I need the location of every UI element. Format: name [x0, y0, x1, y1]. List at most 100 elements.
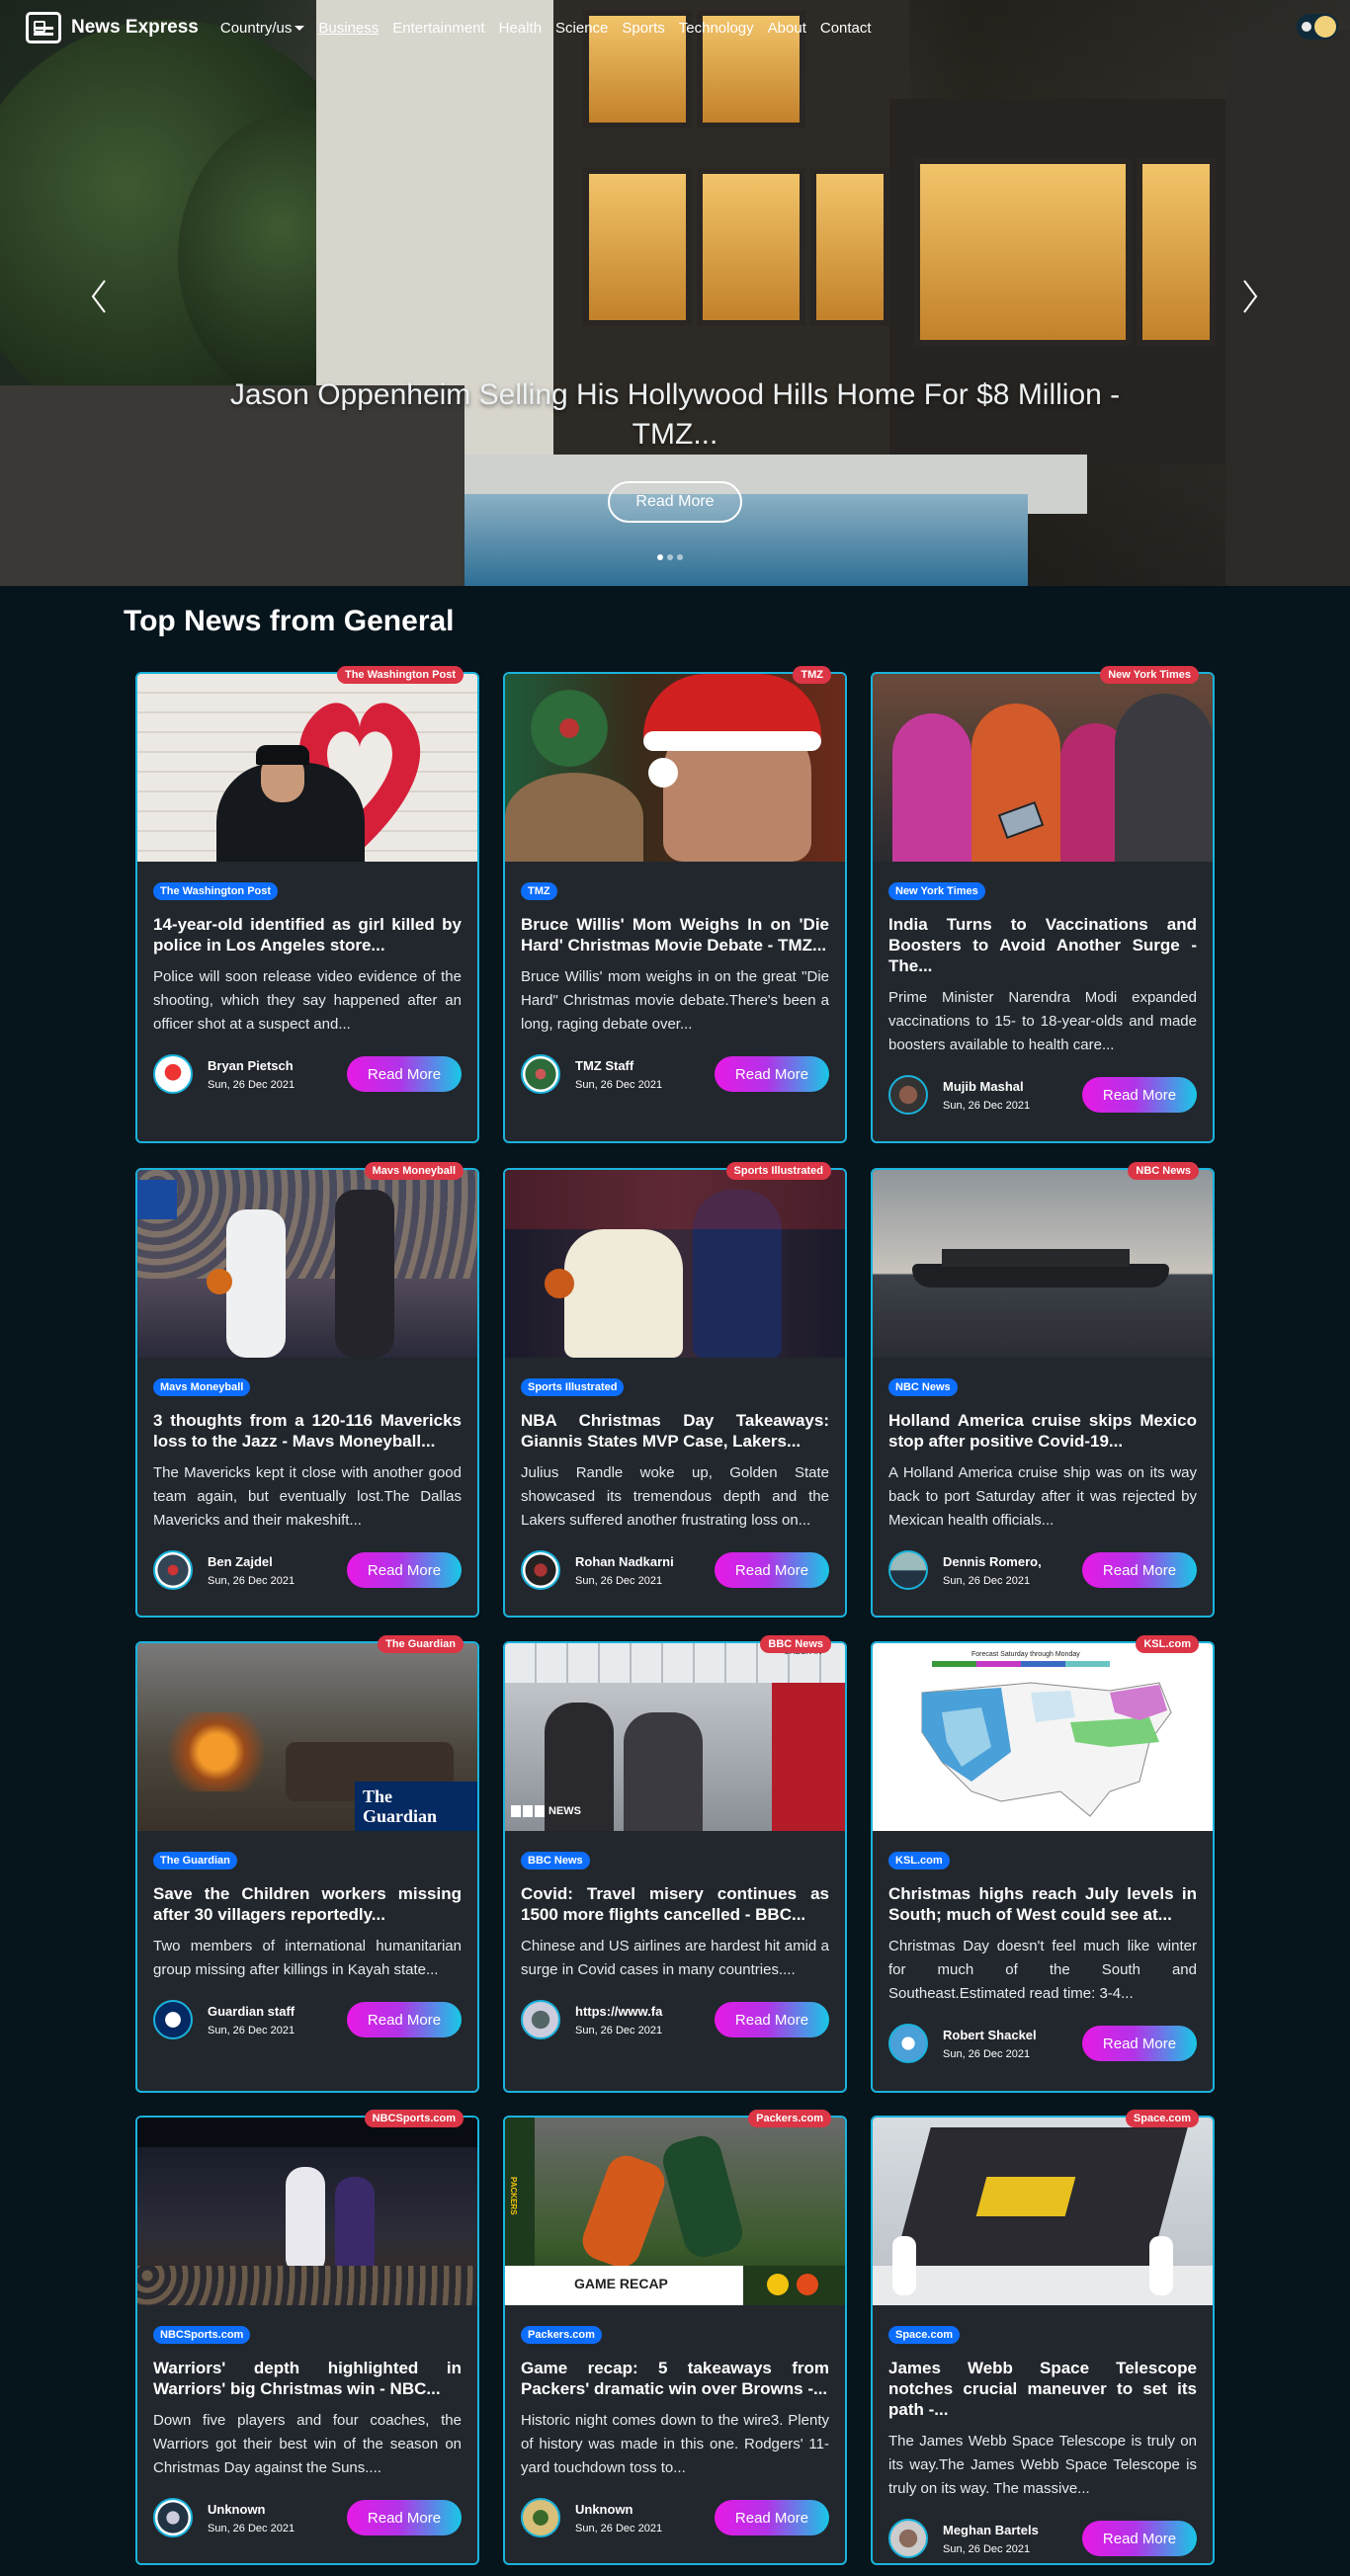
nav-contact[interactable]: Contact — [820, 20, 872, 37]
card-title: Bruce Willis' Mom Weighs In on 'Die Hard… — [521, 915, 829, 955]
avatar — [521, 2498, 560, 2537]
read-more-button[interactable]: Read More — [347, 1552, 462, 1588]
news-card: The Washington Post The Washington Post … — [135, 666, 479, 1143]
news-card: KSL.com Forecast Saturday through Monday… — [871, 1635, 1215, 2093]
card-description: Historic night comes down to the wire3. … — [521, 2412, 829, 2476]
card-description: Prime Minister Narendra Modi expanded va… — [888, 989, 1197, 1053]
avatar — [888, 2024, 928, 2063]
nav-about[interactable]: About — [768, 20, 806, 37]
publish-date: Sun, 26 Dec 2021 — [575, 2024, 663, 2036]
hero-read-more-button[interactable]: Read More — [608, 481, 742, 523]
read-more-button[interactable]: Read More — [1082, 1077, 1197, 1113]
card-title: India Turns to Vaccinations and Boosters… — [888, 915, 1197, 975]
read-more-button[interactable]: Read More — [715, 1552, 829, 1588]
publish-date: Sun, 26 Dec 2021 — [208, 2522, 295, 2534]
news-image[interactable] — [505, 674, 845, 862]
carousel-dot[interactable] — [657, 554, 663, 560]
news-image[interactable] — [137, 674, 477, 862]
news-card: NBCSports.com NBCSports.com Warriors' de… — [135, 2110, 479, 2565]
read-more-button[interactable]: Read More — [715, 2500, 829, 2535]
read-more-button[interactable]: Read More — [347, 2500, 462, 2535]
carousel-prev-icon[interactable] — [89, 277, 109, 316]
carousel-next-icon[interactable] — [1240, 277, 1260, 316]
publish-date: Sun, 26 Dec 2021 — [943, 2542, 1031, 2555]
nav-business[interactable]: Business — [318, 20, 379, 37]
news-image[interactable] — [873, 2118, 1213, 2305]
author-name: Unknown — [575, 2501, 633, 2517]
nav-sports[interactable]: Sports — [622, 20, 664, 37]
card-title: Game recap: 5 takeaways from Packers' dr… — [521, 2359, 829, 2398]
news-image[interactable] — [873, 1170, 1213, 1358]
nav-country-label: Country/us — [219, 19, 293, 37]
source-badge: Mavs Moneyball — [153, 1378, 251, 1396]
news-image[interactable]: Forecast Saturday through Monday — [873, 1643, 1213, 1831]
source-corner-badge: NBC News — [1128, 1162, 1199, 1180]
read-more-button[interactable]: Read More — [347, 1056, 462, 1092]
carousel-dot[interactable] — [667, 554, 673, 560]
read-more-button[interactable]: Read More — [715, 2002, 829, 2037]
guardian-logo: The Guardian — [355, 1782, 477, 1831]
hero-title: Jason Oppenheim Selling His Hollywood Hi… — [229, 378, 1121, 451]
card-title: 3 thoughts from a 120-116 Mavericks loss… — [153, 1411, 462, 1451]
fire — [157, 1712, 276, 1791]
source-badge: Space.com — [888, 2326, 961, 2344]
read-more-button[interactable]: Read More — [1082, 2521, 1197, 2556]
hero-window — [583, 168, 692, 326]
crowd — [137, 1170, 477, 1279]
source-badge: NBCSports.com — [153, 2326, 251, 2344]
technician — [892, 2236, 916, 2295]
person — [971, 704, 1060, 862]
nav-country-dropdown[interactable]: Country/us — [220, 20, 305, 37]
card-title: James Webb Space Telescope notches cruci… — [888, 2359, 1197, 2419]
source-corner-badge: Packers.com — [748, 2110, 831, 2127]
source-badge: The Washington Post — [153, 882, 279, 900]
read-more-button[interactable]: Read More — [347, 2002, 462, 2037]
santa-hat-pom — [648, 758, 678, 788]
avatar — [888, 1550, 928, 1590]
wreath — [525, 684, 614, 773]
avatar — [521, 2000, 560, 2039]
hero-window — [914, 158, 1132, 346]
read-more-button[interactable]: Read More — [1082, 2026, 1197, 2061]
news-card: BBC News CHECK-IN NEWS BBC News Covid: T… — [503, 1635, 847, 2093]
nav-health[interactable]: Health — [499, 20, 542, 37]
nav-entertainment[interactable]: Entertainment — [392, 20, 484, 37]
news-image[interactable] — [137, 2118, 477, 2305]
news-card: Packers.com PACKERS GAME RECAP Packers.c… — [503, 2110, 847, 2565]
card-title: 14-year-old identified as girl killed by… — [153, 915, 462, 955]
author-name: Rohan Nadkarni — [575, 1553, 674, 1569]
bbc-block — [511, 1805, 521, 1817]
telescope-mirror — [975, 2177, 1076, 2216]
theme-toggle[interactable] — [1297, 14, 1338, 40]
news-image[interactable]: CHECK-IN NEWS — [505, 1643, 845, 1831]
map-legend — [932, 1661, 1110, 1667]
read-more-button[interactable]: Read More — [1082, 1552, 1197, 1588]
packers-logo — [767, 2274, 789, 2295]
author-name: Mujib Mashal — [943, 1078, 1024, 1094]
news-image[interactable] — [505, 1170, 845, 1358]
carousel-dot[interactable] — [677, 554, 683, 560]
card-title: Covid: Travel misery continues as 1500 m… — [521, 1884, 829, 1924]
browns-player — [576, 2150, 671, 2273]
news-image[interactable]: The Guardian — [137, 1643, 477, 1831]
brand[interactable]: News Express — [26, 12, 199, 43]
nav-technology[interactable]: Technology — [679, 20, 754, 37]
bbc-news-text: NEWS — [548, 1805, 581, 1817]
officer-cap — [256, 745, 309, 765]
sun-icon — [1314, 16, 1336, 38]
card-description: Julius Randle woke up, Golden State show… — [521, 1464, 829, 1529]
read-more-button[interactable]: Read More — [715, 1056, 829, 1092]
author-name: https://www.fa — [575, 2003, 663, 2019]
news-image[interactable] — [137, 1170, 477, 1358]
news-image[interactable]: PACKERS GAME RECAP — [505, 2118, 845, 2305]
source-corner-badge: Sports Illustrated — [725, 1162, 831, 1180]
card-description: Christmas Day doesn't feel much like win… — [888, 1938, 1197, 2002]
source-corner-badge: The Guardian — [378, 1635, 464, 1653]
avatar — [153, 2000, 193, 2039]
source-badge: KSL.com — [888, 1852, 950, 1870]
news-image[interactable] — [873, 674, 1213, 862]
nav-science[interactable]: Science — [555, 20, 608, 37]
hero-carousel: News Express Country/us Business Enterta… — [0, 0, 1350, 586]
hero-window — [1137, 158, 1216, 346]
person — [1115, 694, 1213, 862]
